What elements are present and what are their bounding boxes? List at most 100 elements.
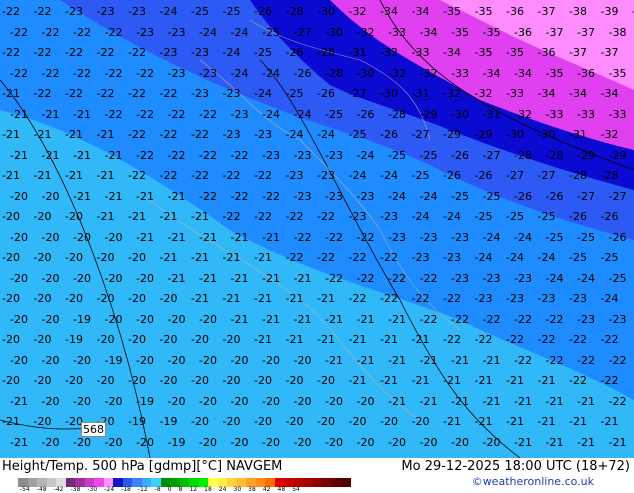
temp-label: -21	[262, 271, 280, 285]
temp-label: -32	[380, 46, 398, 59]
temp-label: -22	[419, 271, 438, 285]
temp-label: -25	[506, 210, 524, 223]
temp-label: -20	[136, 435, 154, 449]
temp-label: -24	[254, 87, 272, 100]
temp-label: -32	[474, 87, 493, 100]
temp-label: -25	[419, 148, 438, 162]
temp-label: -33	[388, 25, 406, 39]
temp-label: -27	[537, 169, 556, 182]
temp-label: -33	[577, 107, 595, 121]
temp-label: -21	[537, 415, 556, 428]
temp-label: -22	[356, 271, 375, 285]
temp-label: -26	[356, 107, 375, 121]
temp-label: -25	[388, 148, 406, 162]
temp-label: -20	[33, 292, 52, 305]
temp-label: -21	[285, 292, 304, 305]
temp-label: -23	[608, 312, 627, 326]
temp-label: -20	[254, 374, 272, 387]
temp-label: -21	[96, 210, 115, 223]
temp-label: -20	[41, 230, 60, 244]
temp-label: -32	[600, 128, 619, 141]
temp-label: -20	[128, 292, 146, 305]
temp-label: -21	[191, 210, 209, 223]
temp-label: -20	[191, 333, 209, 346]
temp-label: -20	[159, 292, 178, 305]
temp-label: -24	[474, 251, 493, 264]
temp-label: -24	[230, 66, 249, 80]
temp-label: -21	[2, 415, 20, 428]
temp-label: -20	[199, 353, 217, 367]
temp-label: -22	[41, 25, 60, 39]
temp-label: -20	[167, 353, 186, 367]
temp-label: -20	[41, 435, 60, 449]
temp-label: -20	[325, 394, 343, 408]
temp-label: -31	[482, 107, 501, 121]
temp-label: -23	[577, 312, 595, 326]
temp-label: -20	[285, 415, 304, 428]
temp-label: -20	[10, 312, 28, 326]
temp-label: -23	[222, 87, 241, 100]
temp-label: -21	[317, 292, 335, 305]
credit-link[interactable]: ©weatheronline.co.uk	[472, 475, 594, 488]
temp-label: -34	[537, 87, 556, 100]
temp-label: -24	[443, 210, 461, 223]
temp-label: -34	[419, 25, 438, 39]
temp-label: -27	[293, 25, 312, 39]
temp-label: -20	[317, 374, 335, 387]
temp-label: -22	[96, 87, 115, 100]
temp-label: -21	[167, 271, 186, 285]
temp-label: -31	[569, 128, 587, 141]
temp-label: -27	[608, 189, 627, 203]
temp-label: -36	[514, 25, 532, 39]
temp-label: -21	[419, 353, 438, 367]
temp-label: -39	[600, 5, 619, 18]
temp-label: -20	[73, 271, 91, 285]
temp-label: -26	[545, 189, 564, 203]
temp-label: -33	[451, 66, 469, 80]
temp-label: -23	[136, 25, 154, 39]
temp-label: -26	[514, 189, 532, 203]
temp-label: -33	[608, 107, 627, 121]
temp-label: -23	[506, 292, 524, 305]
temp-label: -23	[419, 230, 438, 244]
temp-label: -21	[10, 148, 28, 162]
temp-label: -24	[537, 251, 556, 264]
temp-label: -23	[474, 292, 493, 305]
temp-label: -20	[104, 435, 123, 449]
temp-label: -21	[73, 148, 91, 162]
temp-label: -22	[230, 148, 249, 162]
temp-label: -21	[411, 374, 430, 387]
temp-label: -20	[33, 251, 52, 264]
temp-label: -20	[380, 415, 398, 428]
temp-label: -24	[514, 230, 532, 244]
temp-label: -22	[285, 210, 304, 223]
temp-label: -21	[104, 148, 123, 162]
temp-label: -21	[388, 353, 406, 367]
temp-label: -22	[167, 107, 186, 121]
temp-label: -28	[514, 148, 532, 162]
temp-label: -21	[600, 415, 619, 428]
temp-label: -21	[96, 169, 115, 182]
temp-label: -31	[411, 87, 430, 100]
temp-label: -25	[285, 87, 304, 100]
temp-label: -26	[443, 169, 461, 182]
temp-label: -21	[254, 333, 272, 346]
temp-label: -21	[545, 394, 564, 408]
temp-label: -22	[96, 46, 115, 59]
temp-label: -23	[443, 251, 461, 264]
temp-label: -23	[317, 169, 335, 182]
temp-label: -24	[262, 107, 280, 121]
temp-label: -34	[411, 5, 430, 18]
temp-label: -20	[33, 333, 52, 346]
temp-label: -36	[537, 46, 556, 59]
temp-label: -21	[388, 394, 406, 408]
temp-label: -22	[600, 374, 619, 387]
temp-label: -26	[293, 66, 312, 80]
temp-label: -38	[608, 25, 627, 39]
temp-label: -20	[262, 394, 280, 408]
temp-label: -28	[545, 148, 564, 162]
temp-label: -20	[96, 333, 115, 346]
temp-label: -21	[254, 292, 272, 305]
temp-label: -21	[199, 230, 217, 244]
temp-label: -21	[254, 251, 272, 264]
